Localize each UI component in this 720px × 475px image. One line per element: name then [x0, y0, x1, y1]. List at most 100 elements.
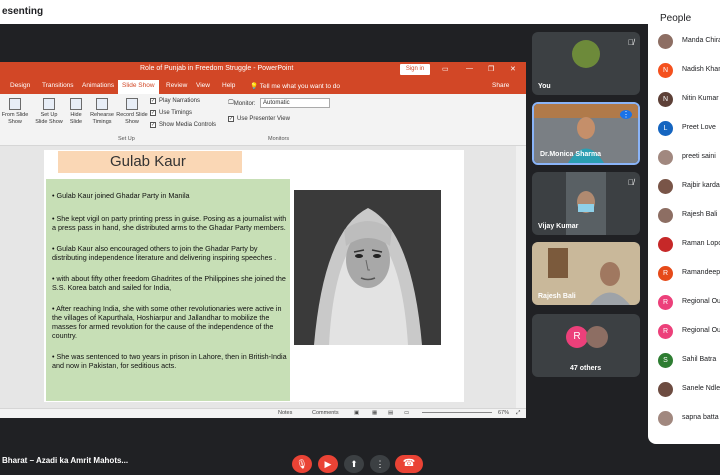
comments-button[interactable]: Comments	[312, 410, 339, 416]
vertical-scrollbar[interactable]	[516, 146, 526, 408]
checkbox-checked-icon: ✓	[150, 110, 156, 116]
share-button[interactable]: Share	[492, 82, 509, 89]
participant-tile-vijay[interactable]: 🎙̸ Vijay Kumar	[532, 172, 640, 235]
checkbox-checked-icon: ✓	[228, 116, 234, 122]
presenting-label: esenting	[2, 6, 44, 17]
bullet-item: • She was sentenced to two years in pris…	[52, 352, 287, 370]
notes-button[interactable]: Notes	[278, 410, 292, 416]
monitors-group-label: Monitors	[268, 136, 290, 142]
show-media-label: Show Media Controls	[159, 122, 217, 128]
ribbon: From Slide Show Set Up Slide Show Hide S…	[0, 94, 526, 146]
participant-name: Nadish Khan	[682, 66, 720, 73]
tab-slide-show[interactable]: Slide Show	[118, 80, 159, 94]
zoom-level[interactable]: 67%	[498, 410, 509, 416]
from-slide-show-button[interactable]: From Slide Show	[0, 98, 30, 126]
sign-in-button[interactable]: Sign in	[400, 64, 430, 75]
people-list-item[interactable]: S Sahil Batra	[658, 353, 720, 371]
people-list-item[interactable]: sapna batta	[658, 411, 720, 429]
monitor-text: Monitor:	[233, 100, 256, 107]
participant-tile-rajesh[interactable]: Rajesh Bali	[532, 242, 640, 305]
normal-view-icon[interactable]: ▣	[354, 410, 359, 416]
people-list-item[interactable]: Rajesh Bali	[658, 208, 720, 226]
fit-slide-icon[interactable]: ⤢	[516, 410, 520, 417]
avatar: L	[658, 121, 673, 136]
slideshow-icon	[9, 98, 21, 110]
monitor-select[interactable]: Automatic	[260, 98, 330, 108]
people-list-item[interactable]: N Nadish Khan	[658, 63, 720, 81]
setup-slide-show-button[interactable]: Set Up Slide Show	[34, 98, 64, 126]
portrait-photo	[294, 190, 441, 345]
avatar	[658, 237, 673, 252]
ribbon-tabs: Design Transitions Animations Slide Show…	[0, 78, 526, 94]
portrait-image	[294, 190, 441, 345]
tab-animations[interactable]: Animations	[82, 82, 114, 89]
tab-review[interactable]: Review	[166, 82, 187, 89]
mic-off-icon: 🎙̸	[628, 178, 634, 187]
people-list-item[interactable]: R Regional Ou	[658, 295, 720, 313]
participant-name: sapna batta	[682, 414, 719, 421]
bullet-item: • Gulab Kaur also encouraged others to j…	[52, 244, 277, 262]
mic-off-icon: 🎙̸	[628, 38, 634, 47]
minimize-icon[interactable]: —	[466, 65, 473, 72]
participant-name: Preet Love	[682, 124, 716, 131]
avatar	[572, 40, 600, 68]
people-list-item[interactable]: Raman Lopo	[658, 237, 720, 255]
zoom-slider[interactable]	[422, 412, 492, 413]
participant-name: Rajesh Bali	[538, 293, 576, 300]
people-list-item[interactable]: Manda Chira	[658, 34, 720, 52]
restore-icon[interactable]: ❐	[488, 65, 494, 73]
tell-me-search[interactable]: 💡 Tell me what you want to do	[250, 82, 340, 90]
avatar: R	[658, 295, 673, 310]
tab-design[interactable]: Design	[10, 82, 30, 89]
people-list-item[interactable]: R Regional Ou	[658, 324, 720, 342]
tab-view[interactable]: View	[196, 82, 210, 89]
people-list-item[interactable]: preeti saini	[658, 150, 720, 168]
avatar: S	[658, 353, 673, 368]
reading-view-icon[interactable]: ▤	[388, 410, 393, 416]
slide-sorter-icon[interactable]: ▦	[372, 410, 377, 416]
mic-toggle-button[interactable]: 🎙	[292, 455, 312, 473]
phone-hangup-icon: ☎	[402, 458, 416, 469]
end-call-button[interactable]: ☎	[395, 455, 423, 473]
rehearse-timings-button[interactable]: Rehearse Timings	[88, 98, 116, 126]
people-list-item[interactable]: R Ramandeep	[658, 266, 720, 284]
ppt-window-title: Role of Punjab in Freedom Struggle - Pow…	[140, 65, 294, 72]
avatar	[658, 382, 673, 397]
others-count: 47 others	[570, 365, 602, 372]
meeting-name: Bharat – Azadi ka Amrit Mahots...	[2, 456, 129, 465]
slide-editing-area: Gulab Kaur • Gulab Kaur joined Ghadar Pa…	[0, 146, 516, 408]
participant-tile-monica[interactable]: ⋮ Dr.Monica Sharma	[532, 102, 640, 165]
participant-name: Rajesh Bali	[682, 211, 718, 218]
participant-tile-others[interactable]: R 47 others	[532, 314, 640, 377]
mic-off-icon: 🎙	[296, 459, 308, 469]
top-bar: esenting	[0, 0, 720, 24]
participant-name: Sanele Ndlel	[682, 385, 720, 392]
present-button[interactable]: ⬆	[344, 455, 364, 473]
hide-slide-button[interactable]: Hide Slide	[66, 98, 86, 126]
show-media-controls-checkbox[interactable]: ✓ Show Media Controls	[150, 122, 216, 128]
avatar: N	[658, 63, 673, 78]
avatar: R	[658, 266, 673, 281]
play-narrations-checkbox[interactable]: ✓ Play Narrations	[150, 98, 200, 104]
slide[interactable]: Gulab Kaur • Gulab Kaur joined Ghadar Pa…	[44, 150, 464, 402]
participant-tile-you[interactable]: 🎙̸ You	[532, 32, 640, 95]
people-list-item[interactable]: N Nitin Kumar	[658, 92, 720, 110]
slideshow-view-icon[interactable]: ▭	[404, 410, 409, 416]
participant-name: Nitin Kumar	[682, 95, 719, 102]
tab-transitions[interactable]: Transitions	[42, 82, 74, 89]
from-slide-label: From Slide Show	[1, 112, 29, 125]
tab-help[interactable]: Help	[222, 82, 235, 89]
close-icon[interactable]: ✕	[510, 65, 516, 73]
people-list-item[interactable]: Sanele Ndlel	[658, 382, 720, 400]
ribbon-display-icon[interactable]: ▭	[442, 65, 449, 73]
more-options-button[interactable]: ⋮	[370, 455, 390, 473]
speaking-icon: ⋮	[620, 110, 632, 119]
camera-toggle-button[interactable]: ▶	[318, 455, 338, 473]
use-timings-checkbox[interactable]: ✓ Use Timings	[150, 110, 192, 116]
people-list-item[interactable]: L Preet Love	[658, 121, 720, 139]
presenter-view-checkbox[interactable]: ✓ Use Presenter View	[228, 116, 290, 122]
record-slide-show-button[interactable]: Record Slide Show	[116, 98, 148, 126]
participant-name: Vijay Kumar	[538, 223, 579, 230]
people-list-item[interactable]: Rajbir kardan	[658, 179, 720, 197]
play-narrations-label: Play Narrations	[159, 98, 201, 104]
